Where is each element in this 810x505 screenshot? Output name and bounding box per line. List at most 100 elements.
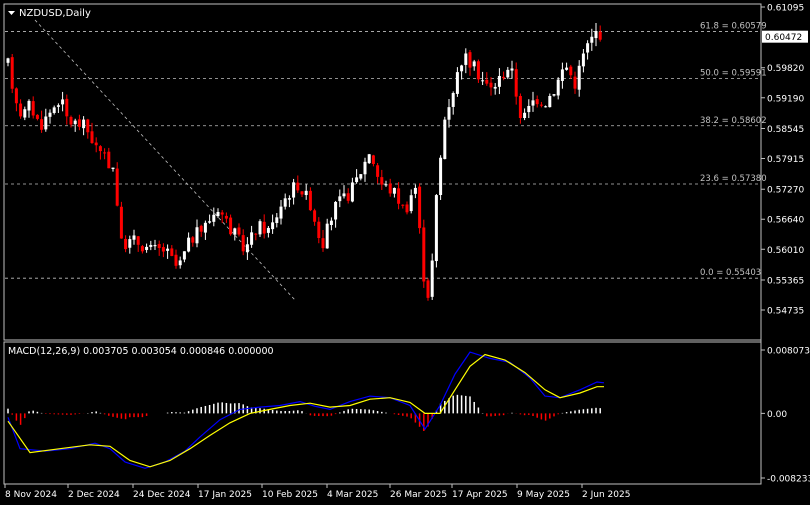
candle-body	[329, 220, 333, 225]
candle-body	[451, 93, 455, 107]
candle-body	[460, 65, 464, 72]
candle-body	[292, 182, 296, 198]
candle-body	[573, 76, 577, 89]
price-scale-label: 0.58545	[767, 125, 804, 135]
chart-svg[interactable]: 61.8 = 0.60579 50.0 = 0.59591 38.2 = 0.586…	[0, 0, 810, 501]
macd-scale-label: 0.00	[767, 410, 787, 420]
candle-body	[31, 101, 35, 116]
candle-body	[161, 247, 165, 252]
candle-body	[560, 69, 564, 81]
candle-body	[569, 66, 573, 76]
candle-body	[418, 186, 422, 229]
candle-body	[82, 119, 86, 129]
candle-body	[229, 217, 233, 235]
time-axis-label: 4 Mar 2025	[327, 490, 378, 500]
candle-body	[493, 86, 497, 89]
candle-body	[73, 120, 77, 125]
candle-body	[439, 157, 443, 196]
candle-body	[539, 104, 543, 106]
candle-body	[409, 195, 413, 212]
candle-body	[283, 198, 287, 207]
candle-body	[455, 72, 459, 94]
candle-body	[384, 184, 388, 186]
candle-body	[350, 182, 354, 202]
candle-body	[254, 233, 258, 235]
candle-body	[128, 239, 132, 248]
candle-body	[548, 96, 552, 108]
candle-body	[195, 227, 199, 244]
candle-body	[140, 246, 144, 252]
candle-body	[422, 227, 426, 282]
candle-body	[380, 177, 384, 185]
candle-body	[313, 210, 317, 222]
candle-body	[434, 195, 438, 262]
fib-level-label: 23.6 = 0.57380	[700, 174, 767, 184]
trend-line	[34, 19, 296, 301]
price-scale-label: 0.56010	[767, 246, 804, 256]
candle-body	[233, 228, 237, 235]
candle-body	[86, 119, 90, 133]
candle-body	[14, 88, 18, 104]
candle-body	[367, 154, 371, 164]
fib-level-label: 0.0 = 0.55403	[700, 268, 761, 278]
candle-body	[65, 98, 69, 117]
candle-body	[266, 227, 270, 233]
candle-body	[338, 196, 342, 202]
dropdown-triangle-icon[interactable]	[8, 11, 15, 15]
candle-body	[6, 58, 10, 63]
candle-body	[40, 119, 44, 130]
price-scale-label: 0.61095	[767, 4, 804, 14]
macd-chart	[7, 351, 605, 469]
candle-body	[107, 151, 111, 169]
main-chart: 61.8 = 0.60579 50.0 = 0.59591 38.2 = 0.586…	[5, 19, 767, 301]
candle-body	[556, 79, 560, 96]
candle-body	[52, 107, 56, 113]
candle-body	[48, 112, 52, 117]
candle-body	[321, 238, 325, 249]
candle-body	[586, 43, 590, 53]
candle-body	[124, 238, 128, 250]
time-axis-label: 10 Feb 2025	[262, 490, 318, 500]
macd-scale-label: 0.008073	[767, 347, 810, 357]
time-axis-label: 8 Nov 2024	[5, 490, 57, 500]
candle-body	[191, 237, 195, 243]
candle-body	[10, 57, 14, 89]
candle-body	[27, 100, 31, 111]
candle-body	[279, 206, 283, 219]
candle-body	[19, 103, 23, 117]
price-scale-label: 0.59820	[767, 64, 804, 74]
symbol-header[interactable]: NZDUSD,Daily	[8, 8, 91, 19]
candle-body	[132, 235, 136, 240]
candle-body	[401, 204, 405, 206]
candle-body	[111, 167, 115, 170]
candle-body	[208, 221, 212, 223]
fib-level-label: 38.2 = 0.58602	[700, 116, 767, 126]
candle-body	[317, 221, 321, 238]
candle-body	[245, 244, 249, 253]
candle-body	[304, 190, 308, 196]
symbol-title: NZDUSD,Daily	[19, 8, 91, 19]
chart-window[interactable]: 61.8 = 0.60579 50.0 = 0.59591 38.2 = 0.586…	[0, 0, 810, 501]
macd-signal-line	[7, 353, 604, 468]
candle-body	[510, 68, 514, 71]
candle-body	[590, 36, 594, 43]
candle-body	[577, 65, 581, 90]
candle-body	[61, 99, 65, 105]
candle-body	[523, 112, 527, 119]
candle-body	[119, 206, 123, 239]
candle-body	[497, 75, 501, 87]
time-axis-label: 17 Apr 2025	[452, 490, 508, 500]
candle-body	[23, 109, 27, 118]
candle-body	[392, 187, 396, 194]
current-price-label: 0.60472	[765, 33, 802, 43]
candle-body	[90, 131, 94, 144]
candle-body	[35, 114, 39, 119]
candle-body	[287, 198, 291, 200]
candle-body	[44, 116, 48, 130]
candle-body	[174, 254, 178, 266]
candle-body	[531, 100, 535, 106]
candle-body	[489, 82, 493, 88]
candle-body	[56, 105, 60, 107]
candle-body	[598, 31, 602, 40]
candle-body	[355, 177, 359, 183]
